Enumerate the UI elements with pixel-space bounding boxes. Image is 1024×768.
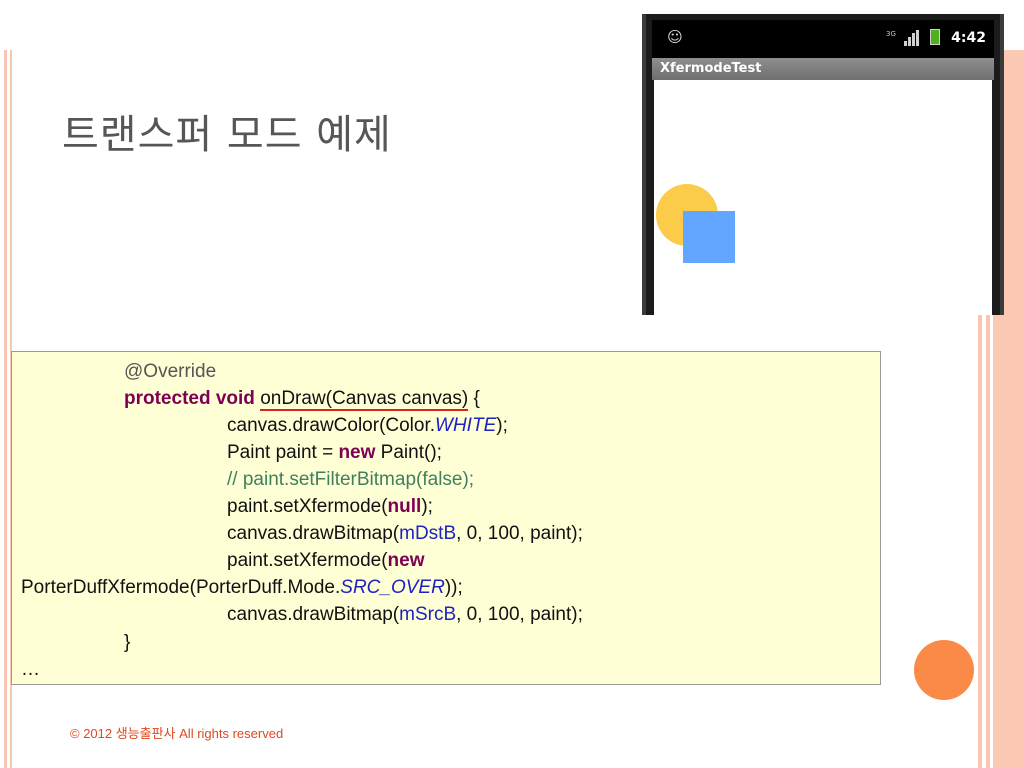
network-type-label: 3G: [886, 30, 896, 38]
code-line: …: [21, 659, 40, 680]
code-line: paint.setXfermode(null);: [227, 496, 433, 517]
right-decor-stripe: [978, 315, 982, 768]
left-decor-stripe: [4, 50, 7, 768]
code-line: @Override: [124, 361, 217, 382]
right-decor-stripe: [986, 315, 990, 768]
copyright-footer: © 2012 생능출판사 All rights reserved: [70, 726, 284, 741]
code-line: }: [124, 632, 131, 653]
code-line: canvas.drawBitmap(mSrcB, 0, 100, paint);: [227, 604, 583, 625]
code-comment: // paint.setFilterBitmap(false);: [227, 469, 475, 490]
code-line: paint.setXfermode(new: [227, 550, 425, 571]
code-line: Paint paint = new Paint();: [227, 442, 442, 463]
app-canvas: [654, 80, 992, 315]
signal-icon: [904, 30, 920, 46]
method-signature: onDraw(Canvas canvas): [260, 388, 469, 411]
battery-icon: [930, 29, 940, 45]
code-block: @Override protected void onDraw(Canvas c…: [11, 351, 881, 685]
status-bar: ☺ 3G 4:42: [652, 20, 994, 58]
code-line: canvas.drawBitmap(mDstB, 0, 100, paint);: [227, 523, 583, 544]
code-line: PorterDuffXfermode(PorterDuff.Mode.SRC_O…: [21, 577, 463, 598]
page-title: 트랜스퍼 모드 예제: [62, 112, 392, 158]
decor-circle: [914, 640, 974, 700]
app-title: XfermodeTest: [660, 61, 762, 76]
status-time: 4:42: [951, 30, 986, 46]
code-line: canvas.drawColor(Color.WHITE);: [227, 415, 508, 436]
phone-screenshot: ☺ 3G 4:42 XfermodeTest: [642, 14, 1004, 315]
source-square: [683, 211, 735, 263]
smiley-icon: ☺: [667, 28, 683, 46]
app-title-bar: XfermodeTest: [652, 58, 994, 80]
code-line: protected void onDraw(Canvas canvas) {: [124, 388, 480, 411]
